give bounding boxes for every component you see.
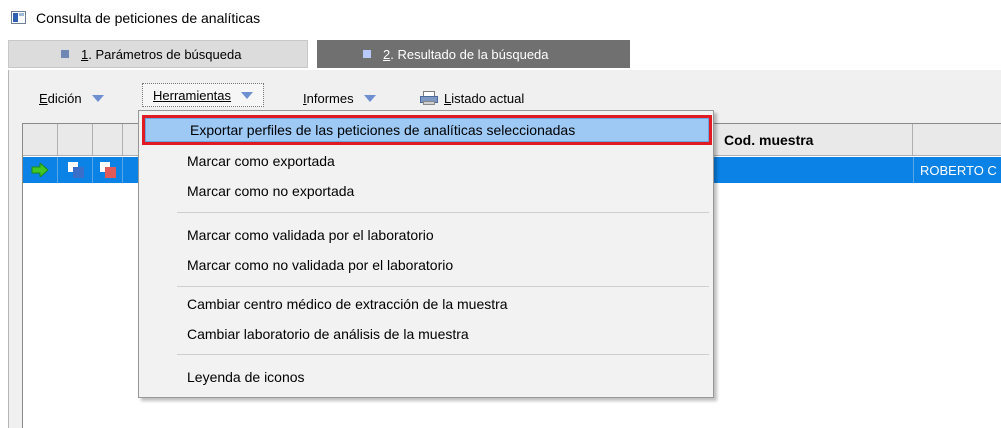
menu-item-marcar-no-exportada[interactable]: Marcar como no exportada	[139, 177, 713, 205]
menu-item-label: Exportar perfiles de las peticiones de a…	[190, 122, 576, 138]
listado-accel: L	[444, 90, 452, 106]
informes-menu-button[interactable]: Informes	[303, 87, 376, 109]
edicion-menu-button[interactable]: Edición	[39, 87, 104, 109]
herramientas-label: erramientas	[162, 87, 232, 103]
tab-square-icon	[61, 50, 69, 58]
tab-square-icon	[363, 50, 371, 58]
tab-label: . Resultado de la búsqueda	[390, 46, 549, 62]
window-title: Consulta de peticiones de analíticas	[36, 10, 261, 26]
herramientas-accel: H	[153, 87, 163, 103]
herramientas-dropdown-menu: Exportar perfiles de las peticiones de a…	[138, 110, 714, 398]
tab-search-parameters[interactable]: 1. Parámetros de búsqueda	[8, 40, 308, 68]
tab-strip: 1. Parámetros de búsqueda 2. Resultado d…	[8, 40, 1001, 70]
menu-item-exportar-perfiles[interactable]: Exportar perfiles de las peticiones de a…	[142, 115, 712, 145]
menu-separator	[177, 212, 709, 213]
chevron-down-icon	[363, 94, 376, 102]
menu-item-label: Marcar como no validada por el laborator…	[187, 257, 454, 273]
table-cell[interactable]: ROBERTO C	[913, 157, 1001, 183]
column-header[interactable]	[23, 124, 58, 156]
menu-item-label: Cambiar laboratorio de análisis de la mu…	[187, 326, 469, 342]
copy-red-icon	[100, 162, 116, 178]
menu-item-label: Marcar como exportada	[187, 153, 335, 169]
chevron-down-icon	[241, 91, 254, 99]
chevron-down-icon	[91, 94, 104, 102]
row-icon-cell[interactable]	[23, 157, 58, 183]
window-title-bar: Consulta de peticiones de analíticas	[0, 0, 1001, 36]
menu-item-cambiar-laboratorio[interactable]: Cambiar laboratorio de análisis de la mu…	[139, 320, 713, 348]
row-icon-cell[interactable]	[58, 157, 93, 183]
column-header-label: Cod. muestra	[724, 132, 814, 148]
herramientas-menu-button[interactable]: Herramientas	[142, 83, 265, 107]
informes-label: nformes	[306, 90, 354, 106]
edicion-label: dición	[47, 90, 82, 106]
toolbar: Edición Herramientas Informes Listado ac…	[8, 78, 1001, 112]
menu-item-marcar-no-validada[interactable]: Marcar como no validada por el laborator…	[139, 251, 713, 279]
edicion-accel: E	[39, 90, 48, 106]
menu-item-cambiar-centro[interactable]: Cambiar centro médico de extracción de l…	[139, 290, 713, 318]
tab-label: . Parámetros de búsqueda	[88, 46, 242, 62]
tab-number: 2	[383, 46, 391, 62]
listado-actual-button[interactable]: Listado actual	[420, 87, 524, 109]
menu-item-label: Leyenda de iconos	[187, 369, 305, 385]
arrow-right-icon	[31, 163, 49, 177]
column-header[interactable]	[913, 124, 1001, 156]
printer-icon	[420, 90, 438, 106]
menu-separator	[177, 286, 709, 287]
app-window-icon	[11, 11, 26, 24]
cell-text: ROBERTO C	[920, 163, 997, 178]
listado-label: istado actual	[451, 90, 525, 106]
menu-item-marcar-validada[interactable]: Marcar como validada por el laboratorio	[139, 221, 713, 249]
menu-item-marcar-exportada[interactable]: Marcar como exportada	[139, 147, 713, 175]
menu-item-label: Marcar como validada por el laboratorio	[187, 227, 434, 243]
row-icon-cell[interactable]	[93, 157, 123, 183]
column-header[interactable]	[93, 124, 123, 156]
tab-search-results[interactable]: 2. Resultado de la búsqueda	[317, 40, 630, 68]
tab-number: 1	[81, 46, 89, 62]
menu-item-label: Marcar como no exportada	[187, 183, 355, 199]
menu-item-label: Cambiar centro médico de extracción de l…	[187, 296, 508, 312]
column-header-cod-muestra[interactable]: Cod. muestra	[713, 124, 913, 156]
menu-separator	[177, 354, 709, 355]
column-header[interactable]	[58, 124, 93, 156]
copy-blue-icon	[68, 162, 84, 178]
menu-item-leyenda-iconos[interactable]: Leyenda de iconos	[139, 363, 713, 391]
